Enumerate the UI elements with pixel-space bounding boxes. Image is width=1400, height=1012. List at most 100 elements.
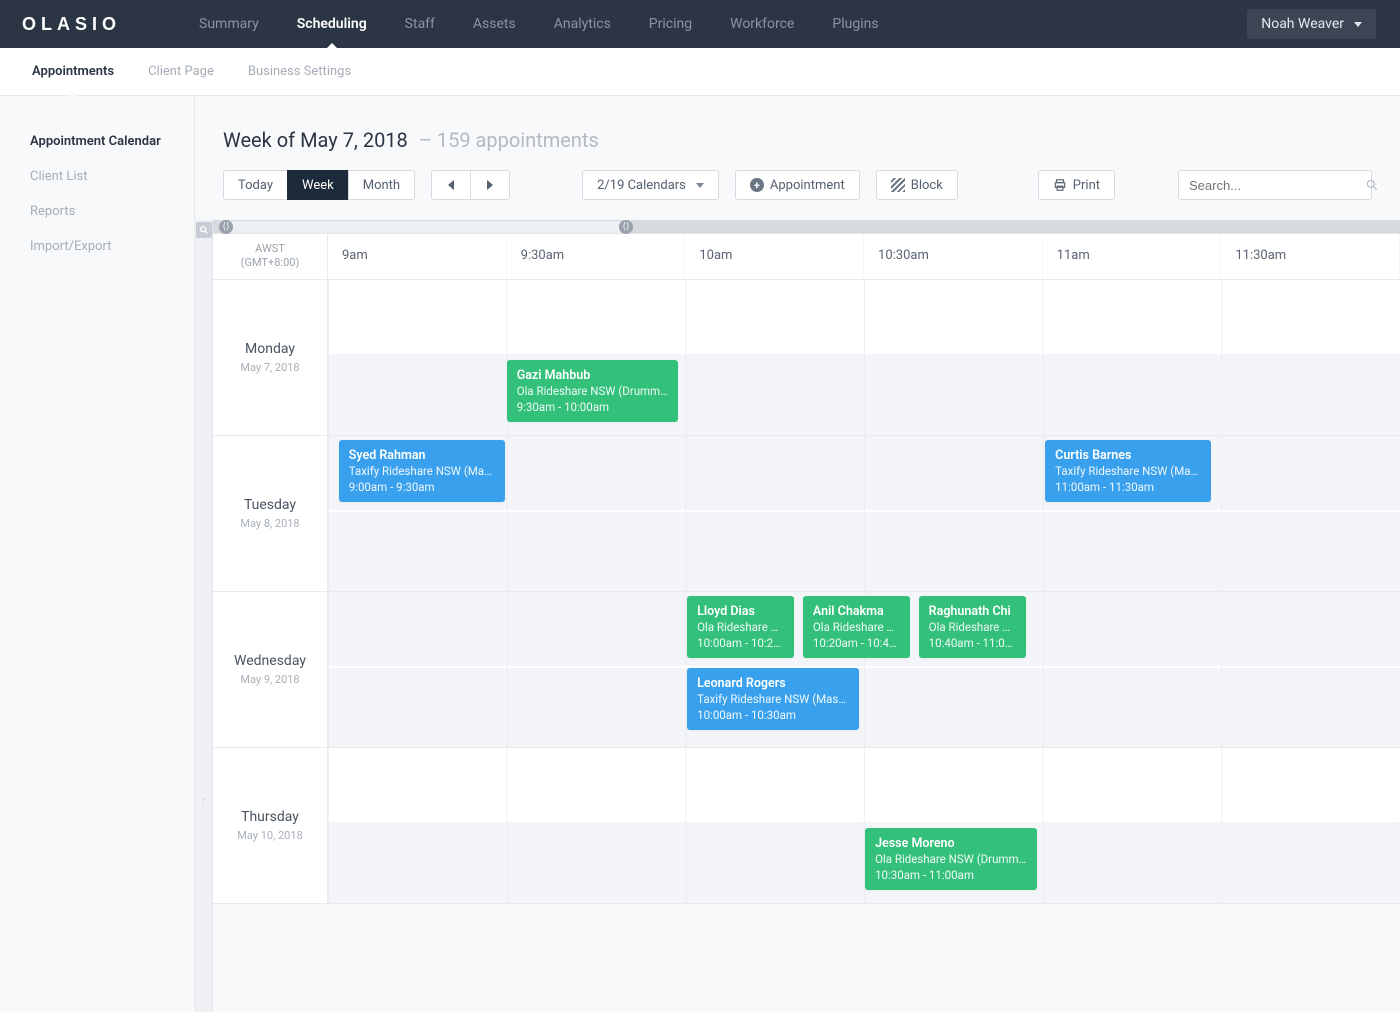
topnav-analytics[interactable]: Analytics [536,0,629,48]
time-header: AWST (GMT+8:00) 9am 9:30am 10am 10:30am … [213,234,1400,280]
sidebar-reports[interactable]: Reports [30,194,172,229]
topnav-assets[interactable]: Assets [455,0,534,48]
event-name: Gazi Mahbub [517,368,669,385]
scroll-handle-right[interactable]: ⟨⟩ [619,220,633,234]
time-col: 10am [685,234,864,279]
next-week-button[interactable] [470,170,510,200]
calendar: ⋮ ⟨⟩ ⟨⟩ AWST (GMT+8:00) 9am 9:30am [195,220,1400,1012]
block-button[interactable]: Block [876,170,958,200]
block-icon [891,178,905,192]
sidebar-client-list[interactable]: Client List [30,159,172,194]
expand-handle-icon[interactable]: ⋮ [199,798,209,809]
event-name: Curtis Barnes [1055,448,1201,465]
subnav-appointments[interactable]: Appointments [32,48,114,96]
view-today[interactable]: Today [223,170,288,200]
search-icon [1365,178,1379,192]
print-icon [1053,178,1067,192]
appointment-event[interactable]: Jesse Moreno Ola Rideshare NSW (Drummoyn… [865,828,1037,890]
appointment-event[interactable]: Leonard Rogers Taxify Rideshare NSW (Mas… [687,668,859,730]
time-columns: 9am 9:30am 10am 10:30am 11am 11:30am [328,234,1400,279]
sidebar-import-export[interactable]: Import/Export [30,229,172,264]
topnav-staff[interactable]: Staff [387,0,453,48]
event-time: 9:30am - 10:00am [517,400,669,416]
event-time: 10:30am - 11:00am [875,868,1027,884]
day-row-monday: Monday May 7, 2018 Gazi Mahbub Ola Rides… [213,280,1400,436]
appointment-event[interactable]: Gazi Mahbub Ola Rideshare NSW (Drummoyne… [507,360,679,422]
day-date: May 10, 2018 [237,829,302,842]
day-grid[interactable]: Lloyd Dias Ola Rideshare NSW 10:00am - 1… [328,592,1400,747]
day-label: Monday May 7, 2018 [213,280,328,435]
view-week[interactable]: Week [287,170,349,200]
left-sidebar: Appointment Calendar Client List Reports… [0,96,195,1012]
topnav-scheduling[interactable]: Scheduling [279,0,385,48]
print-button[interactable]: Print [1038,170,1115,200]
timezone-cell: AWST (GMT+8:00) [213,234,328,279]
day-label: Thursday May 10, 2018 [213,748,328,903]
day-label: Wednesday May 9, 2018 [213,592,328,747]
appointment-event[interactable]: Lloyd Dias Ola Rideshare NSW 10:00am - 1… [687,596,794,658]
page-header: Week of May 7, 2018 – 159 appointments [195,96,1400,170]
topnav-workforce[interactable]: Workforce [712,0,812,48]
day-grid[interactable]: Syed Rahman Taxify Rideshare NSW (Mascot… [328,436,1400,591]
day-label: Tuesday May 8, 2018 [213,436,328,591]
event-sub: Taxify Rideshare NSW (Mascot) [349,464,495,480]
day-date: May 8, 2018 [240,517,299,530]
topnav-summary[interactable]: Summary [181,0,277,48]
print-label: Print [1073,178,1100,193]
event-name: Leonard Rogers [697,676,849,693]
day-date: May 9, 2018 [240,673,299,686]
event-time: 10:20am - 10:40am [813,636,900,652]
prev-week-button[interactable] [431,170,471,200]
day-row-thursday: Thursday May 10, 2018 Jesse Moreno Ola R… [213,748,1400,904]
zoom-icon[interactable] [196,222,212,238]
day-name: Monday [245,341,295,357]
time-col: 11am [1043,234,1222,279]
event-name: Jesse Moreno [875,836,1027,853]
time-scrollbar[interactable]: ⟨⟩ ⟨⟩ [213,220,1400,234]
event-name: Syed Rahman [349,448,495,465]
day-name: Thursday [241,809,299,825]
day-row-tuesday: Tuesday May 8, 2018 Syed Rahman Taxify R… [213,436,1400,592]
event-time: 11:00am - 11:30am [1055,480,1201,496]
appointment-event[interactable]: Raghunath Chi Ola Rideshare NSW 10:40am … [919,596,1026,658]
calendars-label: 2/19 Calendars [597,178,686,193]
page-title: Week of May 7, 2018 – 159 appointments [223,128,1372,152]
topnav-pricing[interactable]: Pricing [631,0,710,48]
toolbar: Today Week Month 2/19 Calendars + Appoin… [195,170,1400,220]
appointment-event[interactable]: Syed Rahman Taxify Rideshare NSW (Mascot… [339,440,505,502]
appointment-event[interactable]: Anil Chakma Ola Rideshare NSW 10:20am - … [803,596,910,658]
event-sub: Taxify Rideshare NSW (Mascot) [697,692,849,708]
page-title-main: Week of May 7, 2018 [223,128,408,152]
appointment-event[interactable]: Curtis Barnes Taxify Rideshare NSW (Masc… [1045,440,1211,502]
view-switch: Today Week Month [223,170,415,200]
event-time: 9:00am - 9:30am [349,480,495,496]
block-label: Block [911,178,943,193]
search-input[interactable] [1189,178,1365,193]
event-sub: Ola Rideshare NSW (Drummoyne) [875,852,1027,868]
event-name: Lloyd Dias [697,604,784,621]
user-menu[interactable]: Noah Weaver [1247,9,1376,39]
chevron-down-icon [696,183,704,188]
new-appointment-button[interactable]: + Appointment [735,170,860,200]
search-box[interactable] [1178,170,1372,200]
scroll-thumb[interactable] [225,221,625,233]
plus-circle-icon: + [750,178,764,192]
week-nav [431,170,510,200]
day-grid[interactable]: Jesse Moreno Ola Rideshare NSW (Drummoyn… [328,748,1400,903]
scroll-handle-left[interactable]: ⟨⟩ [219,220,233,234]
grid-lines [328,748,1400,903]
page-title-count: – 159 appointments [419,128,599,152]
sub-nav: Appointments Client Page Business Settin… [0,48,1400,96]
time-col: 11:30am [1221,234,1400,279]
grid-lines [328,280,1400,435]
event-sub: Ola Rideshare NSW [813,620,900,636]
subnav-client-page[interactable]: Client Page [148,48,214,96]
event-name: Raghunath Chi [929,604,1016,621]
brand-logo: OLASIO [22,14,121,35]
topnav-plugins[interactable]: Plugins [814,0,896,48]
day-grid[interactable]: Gazi Mahbub Ola Rideshare NSW (Drummoyne… [328,280,1400,435]
view-month[interactable]: Month [348,170,415,200]
subnav-business-settings[interactable]: Business Settings [248,48,351,96]
calendars-dropdown[interactable]: 2/19 Calendars [582,170,719,200]
sidebar-appointment-calendar[interactable]: Appointment Calendar [30,124,172,159]
